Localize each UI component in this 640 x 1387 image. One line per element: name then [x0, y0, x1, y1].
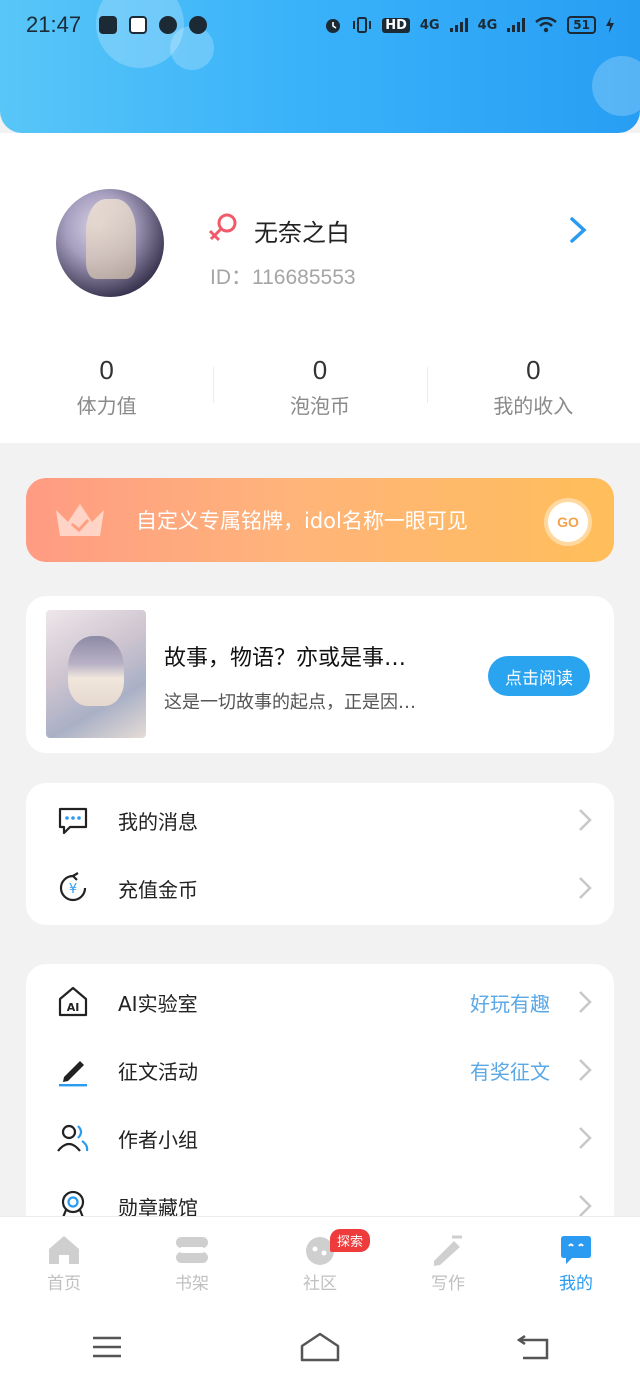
chevron-right-icon[interactable] — [566, 215, 590, 245]
network-indicator-2: 4G — [477, 17, 498, 33]
stat-bubble-coins[interactable]: 0 泡泡币 — [213, 355, 426, 419]
book-recommendation-card[interactable]: 故事，物语？亦或是事… 这是一切故事的起点，正是因… 点击阅读 — [26, 596, 614, 753]
menu-label: 我的消息 — [118, 809, 198, 834]
app-notification-icon — [129, 16, 148, 34]
chevron-right-icon — [579, 1195, 592, 1217]
menu-extra-tag: 有奖征文 — [470, 1059, 550, 1084]
menu-card-account: 我的消息 ¥ 充值金币 — [26, 783, 614, 925]
stat-label: 我的收入 — [493, 394, 574, 418]
stat-value: 0 — [312, 355, 328, 385]
menu-item-recharge[interactable]: ¥ 充值金币 — [26, 854, 614, 922]
chevron-right-icon — [579, 1059, 592, 1081]
alarm-icon — [326, 19, 341, 33]
chevron-right-icon — [579, 1127, 592, 1149]
tab-mine[interactable]: 我的 — [512, 1217, 640, 1306]
charging-icon — [606, 17, 614, 33]
message-icon — [58, 807, 88, 835]
bookshelf-icon — [176, 1237, 208, 1263]
tab-label: 首页 — [47, 1274, 81, 1294]
mail-notification-icon — [99, 16, 118, 34]
svg-text:AI: AI — [67, 1001, 80, 1014]
vibrate-icon — [353, 17, 372, 33]
pen-icon — [59, 1061, 87, 1087]
chevron-right-icon — [579, 809, 592, 831]
book-title: 故事，物语？亦或是事… — [164, 646, 407, 671]
go-button[interactable]: GO — [544, 498, 592, 546]
stats-row: 0 体力值 0 泡泡币 0 我的收入 — [0, 355, 640, 419]
home-nav-icon[interactable] — [298, 1330, 342, 1364]
tab-label: 书架 — [175, 1274, 209, 1294]
write-icon — [434, 1235, 462, 1266]
profile-card[interactable]: 无奈之白 ID：116685553 0 体力值 0 泡泡币 0 我的收入 — [0, 133, 640, 443]
nameplate-banner[interactable]: 自定义专属铭牌，idol名称一眼可见 GO — [26, 478, 614, 562]
cover-illustration — [68, 636, 124, 706]
menu-label: 征文活动 — [118, 1059, 198, 1084]
status-right: HD 4G 4G 51 — [324, 16, 614, 34]
menu-label: 充值金币 — [118, 877, 198, 902]
link-notification-icon — [159, 16, 178, 34]
user-id: ID：116685553 — [210, 266, 356, 289]
stat-value: 0 — [526, 355, 541, 385]
recharge-icon: ¥ — [59, 872, 87, 902]
tab-bookshelf[interactable]: 书架 — [128, 1217, 256, 1306]
explore-badge: 探索 — [330, 1229, 371, 1252]
stat-value: 0 — [99, 355, 114, 385]
signal-icon — [449, 18, 468, 32]
menu-item-essay-contest[interactable]: 征文活动 有奖征文 — [26, 1036, 614, 1104]
svg-text:¥: ¥ — [69, 882, 77, 897]
stat-label: 泡泡币 — [289, 394, 350, 418]
menu-icon[interactable] — [85, 1330, 129, 1364]
stat-income[interactable]: 0 我的收入 — [426, 355, 640, 419]
status-bar: 21:47 HD 4G 4G 51 — [0, 0, 640, 50]
book-description: 这是一切故事的起点，正是因… — [164, 692, 416, 713]
username: 无奈之白 — [254, 219, 350, 247]
stat-stamina[interactable]: 0 体力值 — [0, 355, 213, 419]
chevron-right-icon — [579, 877, 592, 899]
read-button[interactable]: 点击阅读 — [488, 656, 590, 696]
signal-icon-2 — [507, 18, 526, 32]
group-icon — [57, 1124, 89, 1152]
female-gender-icon — [208, 213, 237, 242]
tab-label: 写作 — [431, 1274, 465, 1294]
decor-bubble — [592, 56, 640, 116]
wifi-icon — [535, 17, 558, 33]
status-time: 21:47 — [26, 12, 82, 37]
menu-card-features: AI AI实验室 好玩有趣 征文活动 有奖征文 作者小组 勋章藏馆 — [26, 964, 614, 1234]
tab-home[interactable]: 首页 — [0, 1217, 128, 1306]
sync-notification-icon — [189, 16, 208, 34]
tab-write[interactable]: 写作 — [384, 1217, 512, 1306]
stat-label: 体力值 — [76, 394, 137, 418]
battery-indicator: 51 — [567, 16, 596, 34]
crown-icon — [56, 504, 104, 536]
menu-label: AI实验室 — [118, 991, 198, 1016]
avatar[interactable] — [56, 189, 164, 297]
home-icon — [49, 1236, 79, 1264]
tab-label: 社区 — [303, 1274, 337, 1294]
notification-icons — [99, 16, 208, 34]
network-indicator: 4G — [419, 17, 440, 33]
back-icon[interactable] — [511, 1330, 555, 1364]
banner-text: 自定义专属铭牌，idol名称一眼可见 — [136, 509, 468, 533]
bottom-tab-bar: 首页 书架 社区 探索 写作 我的 — [0, 1216, 640, 1306]
menu-item-ai-lab[interactable]: AI AI实验室 好玩有趣 — [26, 968, 614, 1036]
system-nav-bar — [0, 1306, 640, 1387]
menu-item-messages[interactable]: 我的消息 — [26, 786, 614, 854]
chevron-right-icon — [579, 991, 592, 1013]
book-cover[interactable] — [46, 610, 146, 738]
tab-community[interactable]: 社区 探索 — [256, 1217, 384, 1306]
ai-lab-icon: AI — [58, 986, 88, 1017]
hd-indicator: HD — [382, 17, 410, 33]
menu-label: 作者小组 — [118, 1127, 198, 1152]
menu-item-author-group[interactable]: 作者小组 — [26, 1104, 614, 1172]
tab-label: 我的 — [559, 1274, 593, 1294]
mine-icon — [561, 1236, 591, 1264]
menu-extra-tag: 好玩有趣 — [470, 991, 550, 1016]
